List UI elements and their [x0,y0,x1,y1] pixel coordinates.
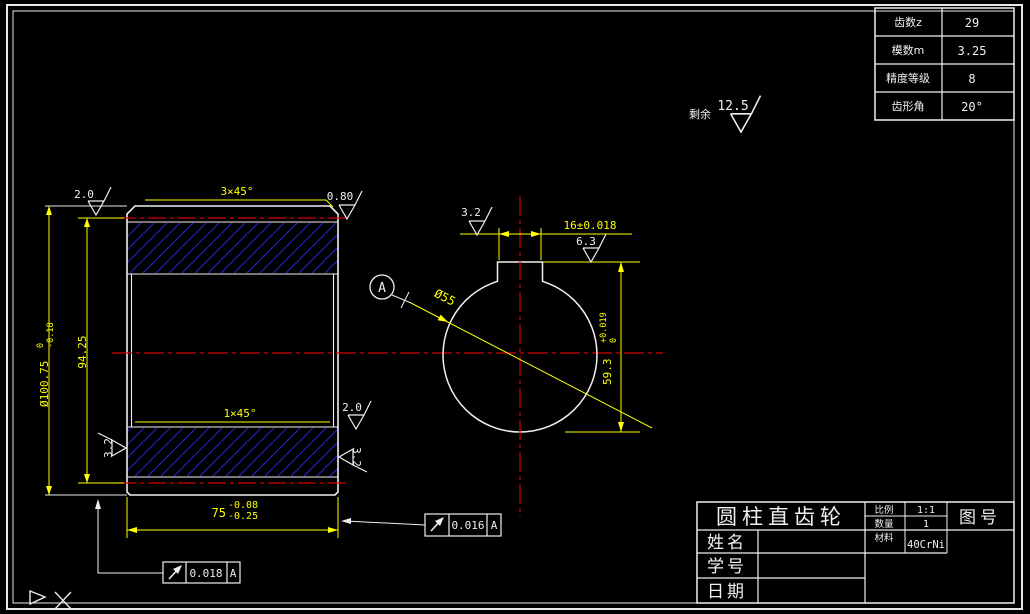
keyway-depth-value: 59.3 [601,359,614,386]
material-label: 材料 [874,532,894,544]
param-value: 29 [965,16,979,30]
keyway-depth-tol-upper: +0.019 [599,312,609,343]
end-view [442,196,598,517]
date-label: 日期 [707,582,747,602]
quantity-value: 1 [923,519,929,530]
dim-bore-diameter: Ø55 [410,286,653,429]
dim-chamfer-outer: 3×45° [145,185,334,208]
rest-label: 剩余 [689,107,711,121]
roughness-right-face: 3.2 [350,447,363,467]
fcf-top-datum: A [491,519,498,532]
param-label: 模数m [892,44,925,57]
roughness-top-left: 2.0 [74,188,94,201]
param-label: 精度等级 [886,71,930,85]
quantity-label: 数量 [874,518,894,530]
fcf-top-value: 0.016 [451,519,484,532]
face-width-tol-upper: -0.08 [228,500,258,511]
datum-letter: A [378,281,386,296]
dim-chamfer-bore: 1×45° [135,407,330,423]
border-marks [29,589,72,610]
scale-value: 1:1 [917,505,935,516]
name-label: 姓名 [707,533,747,553]
roughness-keyway-side: 3.2 [461,206,481,219]
pitch-width-value: 94.25 [76,335,89,368]
border-outer [6,4,1023,610]
roughness-keyway-top: 6.3 [576,235,596,248]
face-width-tol-lower: -0.25 [228,511,258,522]
drawing-title: 圆柱直齿轮 [716,505,846,529]
outer-dia-value: Ø100.75 [38,361,51,407]
border-inner [12,10,1015,604]
param-table: 齿数z 29 模数m 3.25 精度等级 8 齿形角 20° [874,7,1015,121]
roughness-left-face: 3.2 [102,438,115,458]
cad-drawing-canvas[interactable]: Ø100.75 0 -0.18 94.25 75 -0.08 -0.25 3×4… [0,0,1030,614]
scale-label: 比例 [874,504,893,516]
param-value: 20° [961,100,983,114]
runout-icon [430,517,444,532]
param-label: 齿形角 [892,100,925,113]
roughness-top-right: 0.80 [327,190,354,203]
roughness-bore-bottom: 2.0 [342,401,362,414]
runout-icon [168,565,182,580]
outer-dia-tol-upper: 0 [36,343,46,348]
title-block: 圆柱直齿轮 姓名 学号 日期 比例 1:1 数量 1 材料 40CrNi 图号 [696,501,1015,604]
datum-feature: A [369,274,412,309]
param-value: 8 [968,72,975,86]
dim-face-width: 75 -0.08 -0.25 [126,497,339,538]
chamfer-bore-value: 1×45° [223,407,256,420]
param-label: 齿数z [894,16,922,29]
rest-roughness-value: 12.5 [717,99,748,114]
keyway-width-value: 16±0.018 [564,219,617,232]
hatch-top [128,223,337,273]
roughness-symbols [87,95,762,473]
outer-dia-tol-lower: -0.18 [46,322,56,348]
gear-drawing: Ø100.75 0 -0.18 94.25 75 -0.08 -0.25 3×4… [6,4,1023,610]
gear-section-view [118,205,347,496]
student-no-label: 学号 [707,557,747,577]
dim-keyway-width: 16±0.018 [460,219,632,260]
fcf-bottom-value: 0.018 [189,567,222,580]
keyway-depth-tol-lower: 0 [609,338,619,343]
fcf-bottom-datum: A [230,567,237,580]
param-value: 3.25 [958,44,987,58]
hatch-bottom [128,428,337,476]
chamfer-outer-value: 3×45° [220,185,253,198]
drawing-no-label: 图号 [959,508,1001,528]
face-width-value: 75 [212,506,226,520]
fcf-top: 0.016 A [341,513,502,537]
bore-diameter-value: Ø55 [432,286,458,308]
datum-leader [391,291,412,309]
material-value: 40CrNi [907,539,945,551]
